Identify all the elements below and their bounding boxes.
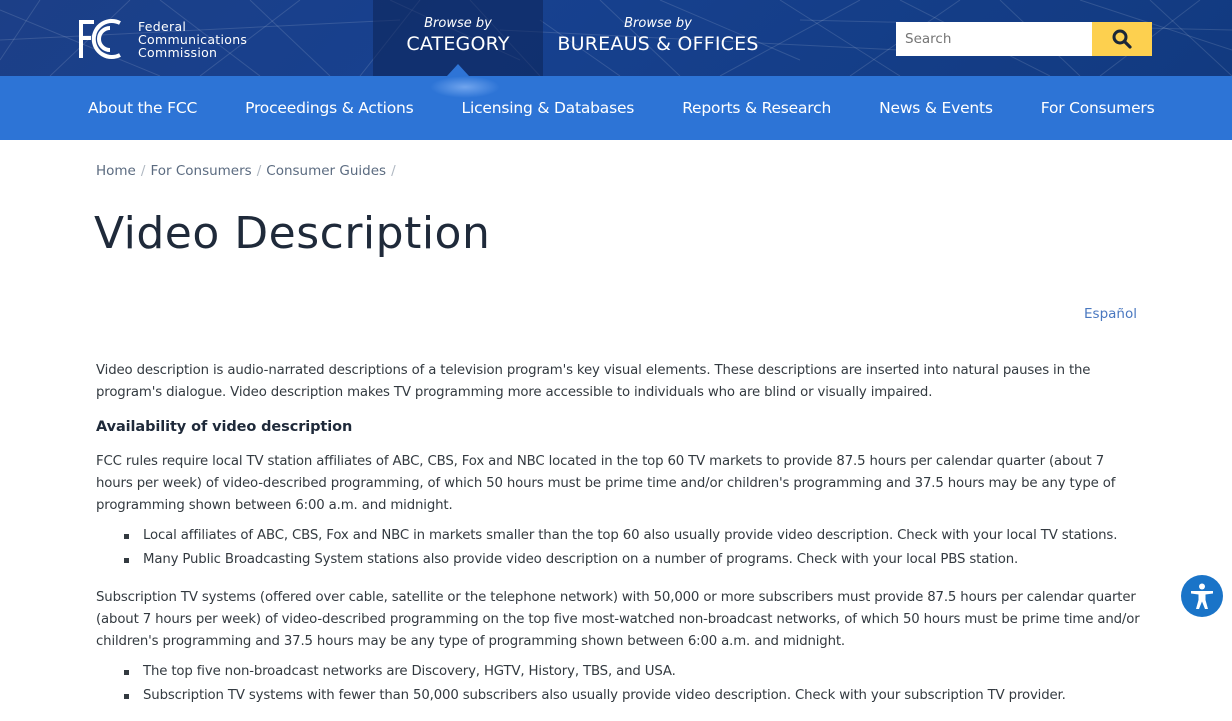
- list-item: Many Public Broadcasting System stations…: [124, 548, 1141, 572]
- section-heading: Availability of video description: [96, 419, 353, 435]
- list-item: Subscription TV systems with fewer than …: [124, 684, 1141, 708]
- site-search: [896, 22, 1152, 56]
- main-navigation: About the FCC Proceedings & Actions Lice…: [0, 76, 1232, 140]
- spanish-language-link[interactable]: Español: [1084, 306, 1137, 322]
- search-input[interactable]: [896, 22, 1092, 56]
- search-icon: [1112, 29, 1132, 49]
- accessibility-widget-button[interactable]: [1181, 575, 1223, 617]
- list-item: The top five non-broadcast networks are …: [124, 660, 1141, 684]
- local-rules-paragraph: FCC rules require local TV station affil…: [96, 454, 1116, 513]
- list-item: Local affiliates of ABC, CBS, Fox and NB…: [124, 524, 1141, 548]
- breadcrumb-consumer-guides[interactable]: Consumer Guides: [266, 163, 386, 179]
- subscription-rules-paragraph: Subscription TV systems (offered over ca…: [96, 590, 1140, 649]
- breadcrumb-separator: /: [391, 163, 396, 179]
- breadcrumb-separator: /: [256, 163, 262, 179]
- active-tab-caret-icon: [447, 64, 469, 76]
- nav-item-reports[interactable]: Reports & Research: [682, 99, 831, 117]
- nav-item-about[interactable]: About the FCC: [88, 99, 197, 117]
- browse-bureaus-big-label: BUREAUS & OFFICES: [557, 33, 759, 55]
- fcc-logo[interactable]: Federal Communications Commission: [78, 19, 247, 59]
- logo-line-communications: Communications: [138, 31, 248, 47]
- breadcrumb-for-consumers[interactable]: For Consumers: [150, 163, 251, 179]
- fcc-logo-text: Federal Communications Commission: [138, 20, 247, 59]
- breadcrumb: Home / For Consumers / Consumer Guides /: [96, 163, 401, 179]
- article-body: Video description is audio-narrated desc…: [96, 360, 1141, 721]
- fcc-logo-mark-icon: [78, 19, 124, 59]
- local-rules-list: Local affiliates of ABC, CBS, Fox and NB…: [124, 524, 1141, 572]
- subscription-rules-list: The top five non-broadcast networks are …: [124, 660, 1141, 708]
- browse-bureaus-small-label: Browse by: [624, 16, 692, 31]
- accessibility-icon: [1191, 583, 1213, 609]
- intro-paragraph: Video description is audio-narrated desc…: [96, 363, 1091, 400]
- breadcrumb-separator: /: [140, 163, 146, 179]
- nav-item-licensing[interactable]: Licensing & Databases: [462, 99, 635, 117]
- search-button[interactable]: [1092, 22, 1152, 56]
- breadcrumb-home[interactable]: Home: [96, 163, 136, 179]
- nav-item-proceedings[interactable]: Proceedings & Actions: [245, 99, 414, 117]
- page-title: Video Description: [94, 208, 491, 259]
- nav-item-consumers[interactable]: For Consumers: [1041, 99, 1155, 117]
- logo-line-commission: Commission: [138, 44, 218, 60]
- logo-line-federal: Federal: [138, 18, 187, 34]
- browse-category-big-label: CATEGORY: [406, 33, 510, 55]
- browse-category-small-label: Browse by: [424, 16, 492, 31]
- nav-item-news[interactable]: News & Events: [879, 99, 993, 117]
- browse-by-bureaus-tab[interactable]: Browse by BUREAUS & OFFICES: [543, 0, 773, 76]
- site-header: Federal Communications Commission Browse…: [0, 0, 1232, 76]
